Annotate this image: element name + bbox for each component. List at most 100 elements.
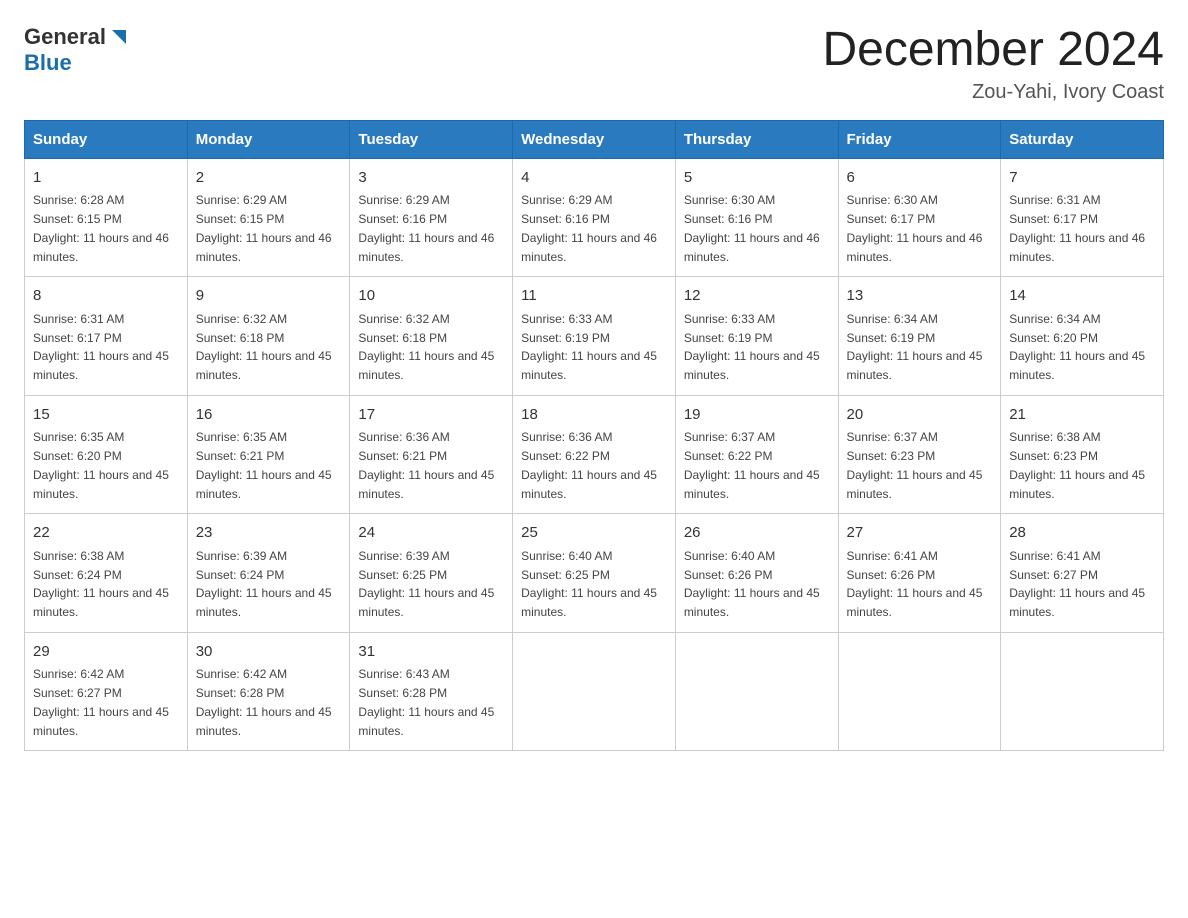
calendar-cell: 9 Sunrise: 6:32 AMSunset: 6:18 PMDayligh… <box>187 277 350 396</box>
day-info: Sunrise: 6:40 AMSunset: 6:25 PMDaylight:… <box>521 549 657 619</box>
day-number: 7 <box>1009 167 1155 190</box>
calendar-cell: 13 Sunrise: 6:34 AMSunset: 6:19 PMDaylig… <box>838 277 1001 396</box>
day-info: Sunrise: 6:41 AMSunset: 6:26 PMDaylight:… <box>847 549 983 619</box>
day-number: 12 <box>684 285 830 308</box>
day-number: 6 <box>847 167 993 190</box>
day-info: Sunrise: 6:32 AMSunset: 6:18 PMDaylight:… <box>358 312 494 382</box>
day-info: Sunrise: 6:36 AMSunset: 6:22 PMDaylight:… <box>521 430 657 500</box>
day-number: 20 <box>847 404 993 427</box>
day-number: 2 <box>196 167 342 190</box>
day-number: 9 <box>196 285 342 308</box>
day-info: Sunrise: 6:35 AMSunset: 6:21 PMDaylight:… <box>196 430 332 500</box>
calendar-week-row: 1 Sunrise: 6:28 AMSunset: 6:15 PMDayligh… <box>25 158 1164 277</box>
calendar-cell: 20 Sunrise: 6:37 AMSunset: 6:23 PMDaylig… <box>838 395 1001 514</box>
day-info: Sunrise: 6:33 AMSunset: 6:19 PMDaylight:… <box>521 312 657 382</box>
day-info: Sunrise: 6:37 AMSunset: 6:23 PMDaylight:… <box>847 430 983 500</box>
day-info: Sunrise: 6:31 AMSunset: 6:17 PMDaylight:… <box>1009 193 1145 263</box>
calendar-cell: 18 Sunrise: 6:36 AMSunset: 6:22 PMDaylig… <box>513 395 676 514</box>
day-info: Sunrise: 6:30 AMSunset: 6:17 PMDaylight:… <box>847 193 983 263</box>
weekday-header-wednesday: Wednesday <box>513 120 676 158</box>
day-info: Sunrise: 6:31 AMSunset: 6:17 PMDaylight:… <box>33 312 169 382</box>
day-number: 21 <box>1009 404 1155 427</box>
title-section: December 2024 Zou-Yahi, Ivory Coast <box>822 24 1164 104</box>
day-number: 26 <box>684 522 830 545</box>
calendar-week-row: 15 Sunrise: 6:35 AMSunset: 6:20 PMDaylig… <box>25 395 1164 514</box>
day-number: 24 <box>358 522 504 545</box>
calendar-cell: 14 Sunrise: 6:34 AMSunset: 6:20 PMDaylig… <box>1001 277 1164 396</box>
calendar-cell: 29 Sunrise: 6:42 AMSunset: 6:27 PMDaylig… <box>25 632 188 751</box>
calendar-cell: 3 Sunrise: 6:29 AMSunset: 6:16 PMDayligh… <box>350 158 513 277</box>
calendar-cell: 23 Sunrise: 6:39 AMSunset: 6:24 PMDaylig… <box>187 514 350 633</box>
day-info: Sunrise: 6:38 AMSunset: 6:23 PMDaylight:… <box>1009 430 1145 500</box>
day-number: 19 <box>684 404 830 427</box>
calendar-cell: 28 Sunrise: 6:41 AMSunset: 6:27 PMDaylig… <box>1001 514 1164 633</box>
day-number: 11 <box>521 285 667 308</box>
day-info: Sunrise: 6:39 AMSunset: 6:25 PMDaylight:… <box>358 549 494 619</box>
calendar-cell: 30 Sunrise: 6:42 AMSunset: 6:28 PMDaylig… <box>187 632 350 751</box>
day-info: Sunrise: 6:42 AMSunset: 6:28 PMDaylight:… <box>196 667 332 737</box>
calendar-cell: 8 Sunrise: 6:31 AMSunset: 6:17 PMDayligh… <box>25 277 188 396</box>
day-info: Sunrise: 6:29 AMSunset: 6:16 PMDaylight:… <box>358 193 494 263</box>
weekday-header-friday: Friday <box>838 120 1001 158</box>
day-info: Sunrise: 6:43 AMSunset: 6:28 PMDaylight:… <box>358 667 494 737</box>
logo-triangle-icon <box>108 26 130 48</box>
day-info: Sunrise: 6:40 AMSunset: 6:26 PMDaylight:… <box>684 549 820 619</box>
calendar-week-row: 8 Sunrise: 6:31 AMSunset: 6:17 PMDayligh… <box>25 277 1164 396</box>
calendar-cell: 27 Sunrise: 6:41 AMSunset: 6:26 PMDaylig… <box>838 514 1001 633</box>
logo-blue-text: Blue <box>24 50 72 75</box>
calendar-cell: 17 Sunrise: 6:36 AMSunset: 6:21 PMDaylig… <box>350 395 513 514</box>
day-info: Sunrise: 6:37 AMSunset: 6:22 PMDaylight:… <box>684 430 820 500</box>
calendar-cell: 21 Sunrise: 6:38 AMSunset: 6:23 PMDaylig… <box>1001 395 1164 514</box>
day-info: Sunrise: 6:29 AMSunset: 6:15 PMDaylight:… <box>196 193 332 263</box>
day-info: Sunrise: 6:41 AMSunset: 6:27 PMDaylight:… <box>1009 549 1145 619</box>
calendar-cell: 16 Sunrise: 6:35 AMSunset: 6:21 PMDaylig… <box>187 395 350 514</box>
calendar-cell: 2 Sunrise: 6:29 AMSunset: 6:15 PMDayligh… <box>187 158 350 277</box>
day-number: 17 <box>358 404 504 427</box>
calendar-cell <box>513 632 676 751</box>
day-info: Sunrise: 6:34 AMSunset: 6:19 PMDaylight:… <box>847 312 983 382</box>
calendar-cell: 4 Sunrise: 6:29 AMSunset: 6:16 PMDayligh… <box>513 158 676 277</box>
calendar-cell: 15 Sunrise: 6:35 AMSunset: 6:20 PMDaylig… <box>25 395 188 514</box>
calendar-cell: 6 Sunrise: 6:30 AMSunset: 6:17 PMDayligh… <box>838 158 1001 277</box>
calendar-cell: 10 Sunrise: 6:32 AMSunset: 6:18 PMDaylig… <box>350 277 513 396</box>
calendar-cell <box>675 632 838 751</box>
day-number: 22 <box>33 522 179 545</box>
day-info: Sunrise: 6:32 AMSunset: 6:18 PMDaylight:… <box>196 312 332 382</box>
weekday-header-saturday: Saturday <box>1001 120 1164 158</box>
day-number: 16 <box>196 404 342 427</box>
day-info: Sunrise: 6:42 AMSunset: 6:27 PMDaylight:… <box>33 667 169 737</box>
day-number: 8 <box>33 285 179 308</box>
day-number: 28 <box>1009 522 1155 545</box>
month-year-title: December 2024 <box>822 24 1164 77</box>
calendar-cell: 11 Sunrise: 6:33 AMSunset: 6:19 PMDaylig… <box>513 277 676 396</box>
day-number: 10 <box>358 285 504 308</box>
day-number: 18 <box>521 404 667 427</box>
calendar-cell: 7 Sunrise: 6:31 AMSunset: 6:17 PMDayligh… <box>1001 158 1164 277</box>
day-info: Sunrise: 6:33 AMSunset: 6:19 PMDaylight:… <box>684 312 820 382</box>
day-info: Sunrise: 6:30 AMSunset: 6:16 PMDaylight:… <box>684 193 820 263</box>
day-info: Sunrise: 6:36 AMSunset: 6:21 PMDaylight:… <box>358 430 494 500</box>
day-number: 31 <box>358 641 504 664</box>
weekday-header-sunday: Sunday <box>25 120 188 158</box>
day-info: Sunrise: 6:29 AMSunset: 6:16 PMDaylight:… <box>521 193 657 263</box>
calendar-cell: 22 Sunrise: 6:38 AMSunset: 6:24 PMDaylig… <box>25 514 188 633</box>
calendar-cell: 26 Sunrise: 6:40 AMSunset: 6:26 PMDaylig… <box>675 514 838 633</box>
day-number: 27 <box>847 522 993 545</box>
day-number: 1 <box>33 167 179 190</box>
weekday-header-monday: Monday <box>187 120 350 158</box>
day-number: 23 <box>196 522 342 545</box>
day-number: 4 <box>521 167 667 190</box>
weekday-header-thursday: Thursday <box>675 120 838 158</box>
calendar-cell <box>838 632 1001 751</box>
day-info: Sunrise: 6:38 AMSunset: 6:24 PMDaylight:… <box>33 549 169 619</box>
day-number: 5 <box>684 167 830 190</box>
calendar-cell: 19 Sunrise: 6:37 AMSunset: 6:22 PMDaylig… <box>675 395 838 514</box>
day-info: Sunrise: 6:35 AMSunset: 6:20 PMDaylight:… <box>33 430 169 500</box>
logo: General Blue <box>24 24 130 76</box>
day-number: 15 <box>33 404 179 427</box>
calendar-week-row: 29 Sunrise: 6:42 AMSunset: 6:27 PMDaylig… <box>25 632 1164 751</box>
day-number: 3 <box>358 167 504 190</box>
calendar-cell: 1 Sunrise: 6:28 AMSunset: 6:15 PMDayligh… <box>25 158 188 277</box>
calendar-cell: 12 Sunrise: 6:33 AMSunset: 6:19 PMDaylig… <box>675 277 838 396</box>
day-info: Sunrise: 6:28 AMSunset: 6:15 PMDaylight:… <box>33 193 169 263</box>
